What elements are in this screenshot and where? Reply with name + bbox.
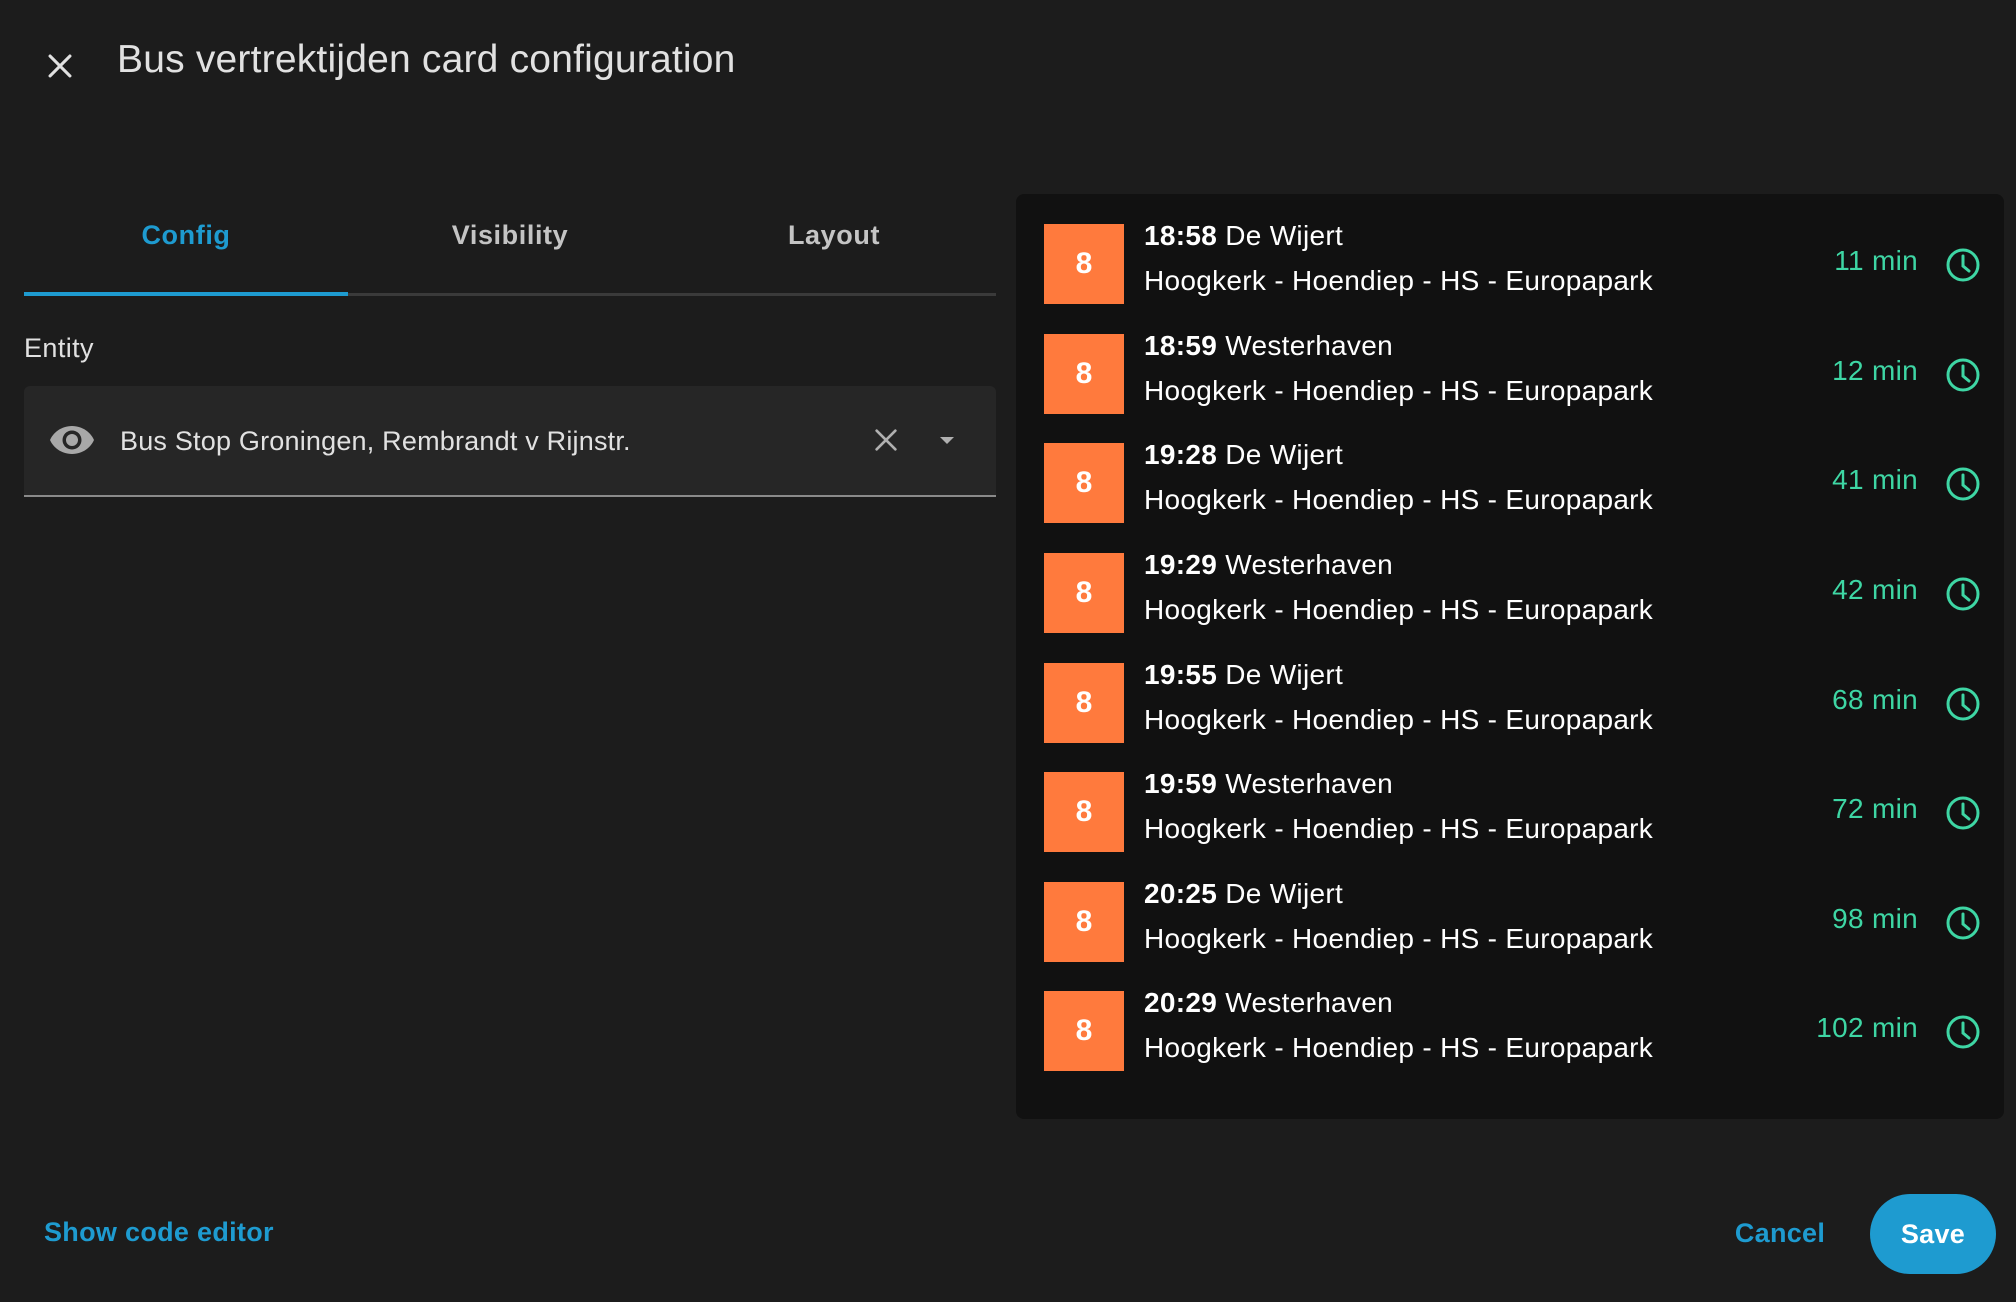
departure-time: 19:28 — [1144, 439, 1218, 470]
departure-time: 18:59 — [1144, 330, 1218, 361]
departure-minutes: 11 min — [1834, 245, 1918, 276]
line-badge: 8 — [1044, 334, 1124, 414]
clock-icon — [1946, 796, 1980, 830]
departure-destination: Westerhaven — [1225, 330, 1393, 361]
cancel-button[interactable]: Cancel — [1722, 1197, 1838, 1269]
departure-destination: De Wijert — [1225, 878, 1344, 909]
clear-icon[interactable] — [870, 424, 902, 456]
departure-destination: Westerhaven — [1225, 987, 1393, 1018]
departure-row: 8 20:25 De Wijert Hoogkerk - Hoendiep - … — [1044, 878, 1984, 962]
clock-icon — [1946, 358, 1980, 392]
line-badge: 8 — [1044, 224, 1124, 304]
departure-destination: De Wijert — [1225, 220, 1344, 251]
departure-route: Hoogkerk - Hoendiep - HS - Europapark — [1144, 265, 1654, 296]
departure-route: Hoogkerk - Hoendiep - HS - Europapark — [1144, 923, 1654, 954]
line-badge: 8 — [1044, 991, 1124, 1071]
departure-row: 8 19:59 Westerhaven Hoogkerk - Hoendiep … — [1044, 768, 1984, 852]
entity-label: Entity — [24, 333, 94, 363]
line-badge: 8 — [1044, 882, 1124, 962]
departure-time: 19:55 — [1144, 659, 1218, 690]
departure-minutes: 102 min — [1816, 1012, 1918, 1043]
menu-down-icon[interactable] — [936, 430, 958, 452]
show-code-editor-button[interactable]: Show code editor — [44, 1217, 274, 1248]
entity-value: Bus Stop Groningen, Rembrandt v Rijnstr. — [120, 426, 631, 456]
departure-heading: 18:58 De Wijert — [1144, 220, 1343, 252]
entity-picker[interactable]: Bus Stop Groningen, Rembrandt v Rijnstr. — [24, 386, 996, 497]
departure-route: Hoogkerk - Hoendiep - HS - Europapark — [1144, 704, 1654, 735]
departure-row: 8 19:29 Westerhaven Hoogkerk - Hoendiep … — [1044, 549, 1984, 633]
clock-icon — [1946, 467, 1980, 501]
departure-heading: 19:28 De Wijert — [1144, 439, 1343, 471]
clock-icon — [1946, 906, 1980, 940]
departure-route: Hoogkerk - Hoendiep - HS - Europapark — [1144, 594, 1654, 625]
card-config-dialog: Bus vertrektijden card configuration Con… — [0, 0, 2016, 1302]
departure-minutes: 72 min — [1832, 793, 1918, 824]
departure-heading: 19:55 De Wijert — [1144, 659, 1343, 691]
departure-minutes: 12 min — [1832, 355, 1918, 386]
departure-destination: De Wijert — [1225, 659, 1344, 690]
dialog-header: Bus vertrektijden card configuration — [0, 0, 2016, 130]
save-button[interactable]: Save — [1870, 1194, 1996, 1274]
tab-visibility[interactable]: Visibility — [348, 196, 672, 293]
departure-minutes: 98 min — [1832, 903, 1918, 934]
tab-bar: Config Visibility Layout — [24, 196, 996, 296]
line-badge: 8 — [1044, 772, 1124, 852]
departure-destination: De Wijert — [1225, 439, 1344, 470]
departure-route: Hoogkerk - Hoendiep - HS - Europapark — [1144, 1032, 1654, 1063]
departure-time: 19:29 — [1144, 549, 1218, 580]
departure-minutes: 68 min — [1832, 684, 1918, 715]
departure-destination: Westerhaven — [1225, 768, 1393, 799]
line-badge: 8 — [1044, 553, 1124, 633]
departure-row: 8 19:28 De Wijert Hoogkerk - Hoendiep - … — [1044, 439, 1984, 523]
departure-heading: 20:29 Westerhaven — [1144, 987, 1393, 1019]
departure-row: 8 20:29 Westerhaven Hoogkerk - Hoendiep … — [1044, 987, 1984, 1071]
departure-heading: 20:25 De Wijert — [1144, 878, 1343, 910]
departure-row: 8 18:58 De Wijert Hoogkerk - Hoendiep - … — [1044, 220, 1984, 304]
close-icon — [48, 54, 72, 78]
tab-config[interactable]: Config — [24, 196, 348, 296]
departure-heading: 19:59 Westerhaven — [1144, 768, 1393, 800]
departure-time: 20:29 — [1144, 987, 1218, 1018]
departure-destination: Westerhaven — [1225, 549, 1393, 580]
close-button[interactable] — [36, 42, 84, 90]
departure-row: 8 18:59 Westerhaven Hoogkerk - Hoendiep … — [1044, 330, 1984, 414]
clock-icon — [1946, 248, 1980, 282]
line-badge: 8 — [1044, 663, 1124, 743]
dialog-title: Bus vertrektijden card configuration — [117, 38, 736, 81]
departure-time: 18:58 — [1144, 220, 1218, 251]
tab-layout[interactable]: Layout — [672, 196, 996, 293]
departure-route: Hoogkerk - Hoendiep - HS - Europapark — [1144, 375, 1654, 406]
departure-time: 20:25 — [1144, 878, 1218, 909]
line-badge: 8 — [1044, 443, 1124, 523]
eye-icon — [50, 426, 94, 454]
departure-route: Hoogkerk - Hoendiep - HS - Europapark — [1144, 813, 1654, 844]
departure-minutes: 41 min — [1832, 464, 1918, 495]
departure-row: 8 19:55 De Wijert Hoogkerk - Hoendiep - … — [1044, 659, 1984, 743]
departure-minutes: 42 min — [1832, 574, 1918, 605]
departure-time: 19:59 — [1144, 768, 1218, 799]
clock-icon — [1946, 1015, 1980, 1049]
clock-icon — [1946, 687, 1980, 721]
departure-route: Hoogkerk - Hoendiep - HS - Europapark — [1144, 484, 1654, 515]
departure-heading: 18:59 Westerhaven — [1144, 330, 1393, 362]
clock-icon — [1946, 577, 1980, 611]
departure-heading: 19:29 Westerhaven — [1144, 549, 1393, 581]
card-preview: 8 18:58 De Wijert Hoogkerk - Hoendiep - … — [1016, 194, 2004, 1119]
